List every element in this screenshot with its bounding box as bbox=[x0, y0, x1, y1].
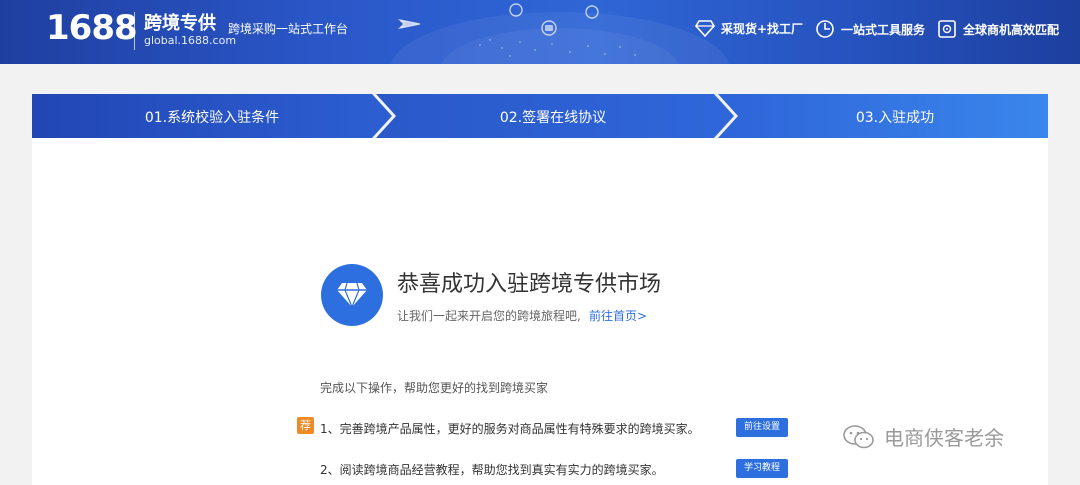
success-subtitle: 让我们一起来开启您的跨境旅程吧, bbox=[397, 309, 581, 323]
success-diamond-badge bbox=[321, 264, 383, 326]
diamond-icon bbox=[695, 20, 715, 37]
nav-label: 全球商机高效匹配 bbox=[963, 22, 1060, 37]
logo-name[interactable]: 跨境专供 bbox=[144, 9, 216, 35]
diamond-icon bbox=[337, 282, 367, 309]
clock-icon bbox=[816, 20, 834, 38]
target-icon bbox=[938, 20, 956, 38]
todo-item: 2、阅读跨境商品经营教程，帮助您找到真实有实力的跨境买家。 bbox=[320, 463, 664, 477]
go-settings-button[interactable]: 前往设置 bbox=[736, 418, 788, 437]
success-title: 恭喜成功入驻跨境专供市场 bbox=[397, 272, 662, 297]
nav-global-match[interactable]: 全球商机高效匹配 bbox=[937, 19, 1059, 39]
todo-item: 1、完善跨境产品属性，更好的服务对商品属性有特殊要求的跨境买家。 bbox=[320, 422, 700, 436]
nav-source-goods[interactable]: 采现货+找工厂 bbox=[695, 19, 803, 37]
logo-1688[interactable]: 1688 bbox=[46, 8, 138, 48]
step-3: 03.入驻成功 bbox=[855, 110, 935, 126]
step-progress-bar: 01.系统校验入驻条件 02.签署在线协议 03.入驻成功 bbox=[32, 94, 1048, 138]
go-home-link[interactable]: 前往首页> bbox=[589, 307, 647, 324]
wechat-icon bbox=[843, 424, 874, 448]
step-1: 01.系统校验入驻条件 bbox=[144, 110, 280, 126]
learn-tutorial-button[interactable]: 学习教程 bbox=[736, 459, 788, 478]
nav-tools-service[interactable]: 一站式工具服务 bbox=[815, 19, 925, 39]
step-2: 02.签署在线协议 bbox=[499, 110, 607, 126]
recommend-badge: 荐 bbox=[297, 417, 314, 434]
todo-intro: 完成以下操作，帮助您更好的找到跨境买家 bbox=[320, 381, 549, 395]
logo-domain: global.1688.com bbox=[144, 34, 237, 47]
watermark-text: 电商侠客老余 bbox=[884, 426, 1004, 450]
watermark: 电商侠客老余 bbox=[842, 422, 1004, 451]
logo-divider bbox=[134, 12, 135, 50]
top-header: 1688 跨境专供 global.1688.com 跨境采购一站式工作台 采现货… bbox=[0, 0, 1080, 64]
header-tagline: 跨境采购一站式工作台 bbox=[228, 22, 349, 36]
nav-label: 一站式工具服务 bbox=[841, 22, 926, 37]
nav-label: 采现货+找工厂 bbox=[721, 21, 804, 36]
